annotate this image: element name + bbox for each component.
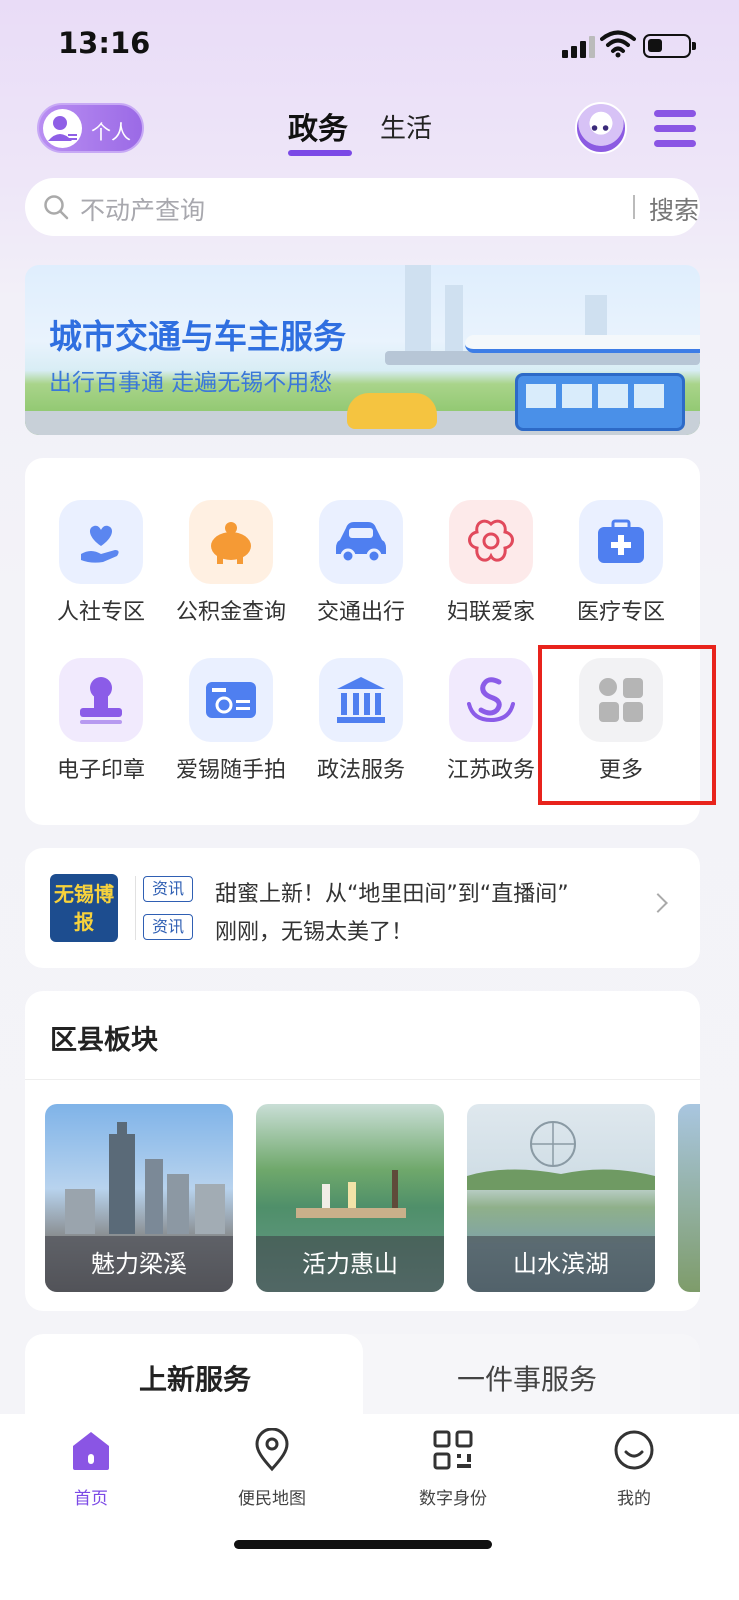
news-tag: 资讯	[143, 876, 193, 902]
banner-bus	[515, 373, 685, 431]
banner-title: 城市交通与车主服务	[49, 317, 346, 356]
stamp-icon	[59, 658, 143, 742]
skyline-photo	[65, 1122, 225, 1234]
user-switch-icon	[43, 109, 82, 148]
district-label: 魅力梁溪	[45, 1236, 233, 1292]
bottom-nav: 首页 便民地图 数字身份 我的	[0, 1414, 739, 1600]
nav-digital-id[interactable]: 数字身份	[393, 1428, 513, 1509]
smiley-icon	[614, 1430, 654, 1470]
banner-subtitle: 出行百事通 走遍无锡不用愁	[49, 370, 333, 396]
service-label: 爱锡随手拍	[175, 758, 286, 783]
active-tab-indicator	[288, 150, 352, 156]
news-ticker[interactable]: 无锡博报 资讯 甜蜜上新！从“地里田间”到“直播间” 资讯 刚刚，无锡太美了！	[25, 848, 700, 968]
lake-raft-photo	[296, 1170, 406, 1218]
nav-label: 我的	[617, 1489, 651, 1509]
district-section-title: 区县板块	[50, 1025, 158, 1056]
nav-map[interactable]: 便民地图	[212, 1427, 332, 1509]
service-jiangsu-gov[interactable]: 江苏政务	[426, 658, 556, 784]
service-housing-fund[interactable]: 公积金查询	[166, 500, 296, 626]
news-tag: 资讯	[143, 914, 193, 940]
news-headline[interactable]: 甜蜜上新！从“地里田间”到“直播间”	[215, 876, 569, 908]
nav-label: 首页	[74, 1489, 108, 1509]
qr-code-icon	[433, 1430, 473, 1470]
chevron-right-icon[interactable]	[648, 893, 668, 913]
home-icon	[73, 1432, 109, 1470]
nav-home[interactable]: 首页	[31, 1428, 151, 1509]
more-highlight-box	[538, 645, 716, 805]
service-label: 公积金查询	[175, 600, 286, 625]
banner-rail	[385, 351, 700, 365]
service-label: 人社专区	[56, 600, 145, 625]
search-button[interactable]: 搜索	[649, 191, 699, 227]
cellular-signal-icon	[562, 36, 596, 58]
persona-switch-button[interactable]: 个人	[37, 103, 144, 153]
district-card-huishan[interactable]: 活力惠山	[256, 1104, 444, 1292]
piggy-bank-icon	[189, 500, 273, 584]
service-label: 交通出行	[316, 600, 405, 625]
wuxi-bobao-logo: 无锡博报	[50, 874, 118, 942]
search-icon	[44, 195, 69, 220]
menu-icon[interactable]	[654, 110, 696, 148]
banner-car	[347, 393, 437, 429]
home-indicator	[234, 1540, 492, 1549]
section-divider	[25, 1079, 700, 1080]
search-bar[interactable]: 不动产查询 搜索	[25, 178, 700, 236]
district-section: 区县板块 魅力梁溪 活力惠山 山水滨湖	[25, 991, 700, 1311]
womens-federation-logo-icon	[449, 500, 533, 584]
courthouse-icon	[319, 658, 403, 742]
battery-icon	[643, 34, 696, 58]
district-card-partial[interactable]	[678, 1104, 700, 1292]
status-time: 13:16	[58, 26, 151, 60]
banner-building	[405, 265, 431, 365]
service-label: 电子印章	[56, 758, 145, 783]
nav-label: 数字身份	[419, 1489, 487, 1509]
district-card-liangxi[interactable]: 魅力梁溪	[45, 1104, 233, 1292]
search-input[interactable]: 不动产查询	[80, 191, 205, 227]
district-label: 活力惠山	[256, 1236, 444, 1292]
service-transport[interactable]: 交通出行	[296, 500, 426, 626]
traffic-service-banner[interactable]: 城市交通与车主服务 出行百事通 走遍无锡不用愁	[25, 265, 700, 435]
tab-government[interactable]: 政务	[288, 104, 348, 148]
service-label: 妇联爱家	[446, 600, 535, 625]
tab-one-thing-services[interactable]: 一件事服务	[457, 1358, 597, 1398]
map-pin-icon	[255, 1427, 289, 1472]
news-headline[interactable]: 刚刚，无锡太美了！	[215, 914, 413, 946]
ferris-wheel-photo	[467, 1121, 655, 1190]
service-hr-social[interactable]: 人社专区	[36, 500, 166, 626]
medical-kit-icon	[579, 500, 663, 584]
service-snapshot-report[interactable]: 爱锡随手拍	[166, 658, 296, 784]
tab-new-services[interactable]: 上新服务	[139, 1358, 251, 1398]
banner-train	[465, 335, 700, 353]
service-label: 江苏政务	[446, 758, 535, 783]
hand-heart-icon	[59, 500, 143, 584]
search-divider	[633, 195, 635, 219]
jiangsu-gov-logo-icon	[449, 658, 533, 742]
service-legal[interactable]: 政法服务	[296, 658, 426, 784]
assistant-avatar-icon[interactable]	[575, 102, 627, 154]
persona-label: 个人	[91, 120, 131, 144]
service-e-seal[interactable]: 电子印章	[36, 658, 166, 784]
wifi-icon	[600, 30, 636, 58]
car-icon	[319, 500, 403, 584]
district-card-binhu[interactable]: 山水滨湖	[467, 1104, 655, 1292]
service-label: 政法服务	[316, 758, 405, 783]
service-medical[interactable]: 医疗专区	[556, 500, 686, 626]
service-label: 医疗专区	[576, 600, 665, 625]
nav-label: 便民地图	[238, 1489, 306, 1509]
news-divider	[135, 876, 136, 940]
camera-icon	[189, 658, 273, 742]
district-label: 山水滨湖	[467, 1236, 655, 1292]
tab-life[interactable]: 生活	[380, 108, 432, 145]
nav-mine[interactable]: 我的	[574, 1428, 694, 1509]
service-womens-federation[interactable]: 妇联爱家	[426, 500, 556, 626]
